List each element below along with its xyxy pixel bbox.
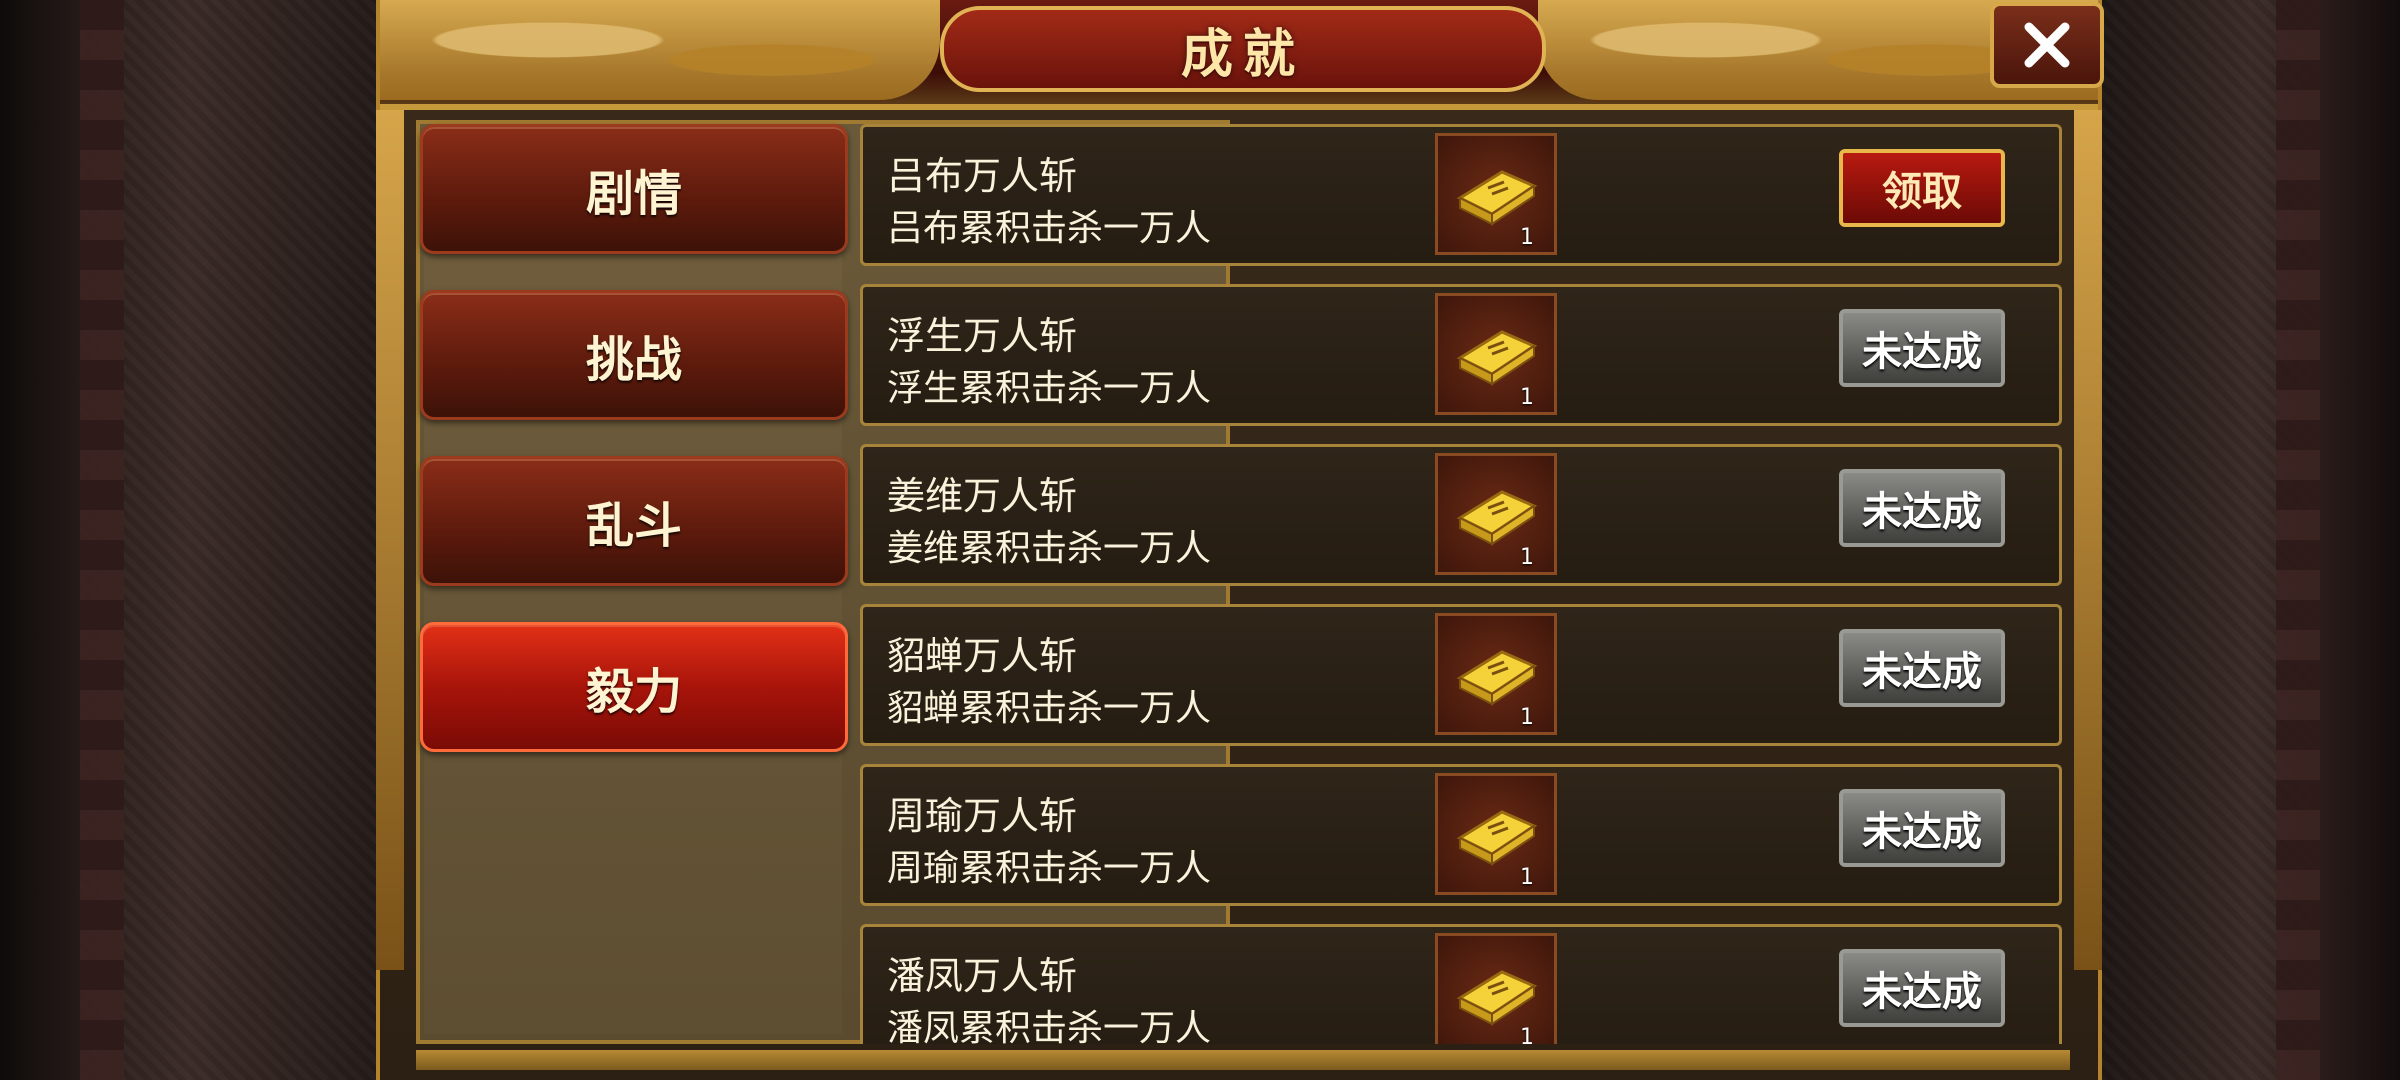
background-edge-right [2320,0,2400,1080]
reward-slot[interactable]: 1 [1435,133,1557,255]
list-item: 浮生万人斩 浮生累积击杀一万人 1 未达成 [860,284,2062,426]
title-plate: 成就 [940,6,1546,92]
achievement-desc: 周瑜累积击杀一万人 [887,848,1212,889]
page-title: 成就 [1180,24,1305,85]
gold-book-icon [1456,810,1538,866]
reward-count: 1 [1520,705,1534,730]
achievement-list[interactable]: 吕布万人斩 吕布累积击杀一万人 1 领取 浮生万人斩 浮生累积击杀一万人 1 未… [860,120,2062,1044]
achievement-title: 姜维万人斩 [887,474,1078,518]
not-achieved-button[interactable]: 未达成 [1839,469,2005,547]
reward-count: 1 [1520,385,1534,410]
list-item: 潘凤万人斩 潘凤累积击杀一万人 1 未达成 [860,924,2062,1044]
gold-book-icon [1456,490,1538,546]
panel-header: 成就 [380,0,2098,110]
panel-pillar-left [376,110,404,970]
gold-book-icon [1456,330,1538,386]
list-item: 周瑜万人斩 周瑜累积击杀一万人 1 未达成 [860,764,2062,906]
achievement-title: 吕布万人斩 [887,154,1078,198]
background-pattern-left [80,0,124,1080]
achievement-panel: 成就 剧情 挑战 乱斗 毅力 吕布万人斩 吕布累积击杀一万人 1 领取 浮生万人… [376,0,2104,1080]
header-ornament-left [380,0,940,100]
panel-pillar-right [2074,110,2102,970]
close-x-icon [2024,22,2070,68]
achievement-desc: 潘凤累积击杀一万人 [887,1008,1212,1044]
reward-count: 1 [1520,545,1534,570]
not-achieved-button[interactable]: 未达成 [1839,789,2005,867]
tab-label: 剧情 [585,166,682,222]
achievement-title: 周瑜万人斩 [887,794,1078,838]
reward-count: 1 [1520,865,1534,890]
tab-label: 挑战 [585,332,682,388]
gold-book-icon [1456,650,1538,706]
list-item: 姜维万人斩 姜维累积击杀一万人 1 未达成 [860,444,2062,586]
tab-label: 乱斗 [585,498,682,554]
not-achieved-button[interactable]: 未达成 [1839,629,2005,707]
close-button[interactable] [1990,2,2104,88]
reward-slot[interactable]: 1 [1435,773,1557,895]
background-pattern-right [2276,0,2320,1080]
achievement-title: 潘凤万人斩 [887,954,1078,998]
tab-challenge[interactable]: 挑战 [420,290,848,420]
achievement-title: 貂蝉万人斩 [887,634,1078,678]
not-achieved-button[interactable]: 未达成 [1839,309,2005,387]
reward-count: 1 [1520,225,1534,250]
reward-slot[interactable]: 1 [1435,293,1557,415]
achievement-desc: 浮生累积击杀一万人 [887,368,1212,409]
claim-button[interactable]: 领取 [1839,149,2005,227]
tab-perseverance[interactable]: 毅力 [420,622,848,752]
achievement-title: 浮生万人斩 [887,314,1078,358]
reward-count: 1 [1520,1025,1534,1044]
tab-label: 毅力 [585,664,682,720]
achievement-desc: 貂蝉累积击杀一万人 [887,688,1212,729]
gold-book-icon [1456,170,1538,226]
gold-book-icon [1456,970,1538,1026]
tab-story[interactable]: 剧情 [420,124,848,254]
background-edge-left [0,0,80,1080]
achievement-desc: 姜维累积击杀一万人 [887,528,1212,569]
reward-slot[interactable]: 1 [1435,453,1557,575]
reward-slot[interactable]: 1 [1435,933,1557,1044]
not-achieved-button[interactable]: 未达成 [1839,949,2005,1027]
list-item: 吕布万人斩 吕布累积击杀一万人 1 领取 [860,124,2062,266]
list-item: 貂蝉万人斩 貂蝉累积击杀一万人 1 未达成 [860,604,2062,746]
panel-bottom-border [416,1050,2070,1070]
tab-brawl[interactable]: 乱斗 [420,456,848,586]
achievement-desc: 吕布累积击杀一万人 [887,208,1212,249]
reward-slot[interactable]: 1 [1435,613,1557,735]
